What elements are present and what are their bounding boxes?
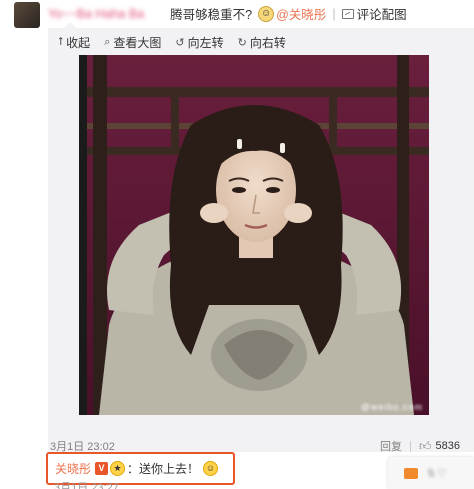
commenter-name[interactable]: Yo~~Ba Haha Ba [48, 7, 144, 21]
comment-actions: 回复 👍︎ 5836 [380, 438, 460, 454]
reply-date: 3月1日 23:27 [54, 482, 119, 489]
floating-widget-text: \\ ♡ [428, 468, 448, 480]
reply-line: 关晓彤 V ★ ：送你上去！ ☺ [55, 460, 219, 477]
image-toolbar: ⭡ 收起 ⌕ 查看大图 ↺ 向左转 ↻ 向右转 [58, 34, 286, 51]
photo-watermark: @weibo.com [360, 402, 423, 412]
view-large-label: 查看大图 [113, 36, 162, 50]
crown-emoji-icon: ★ [110, 461, 126, 476]
floating-widget[interactable]: \\ ♡ [388, 457, 474, 489]
comment-photo[interactable]: @weibo.com [79, 55, 429, 415]
action-divider [409, 440, 411, 452]
image-preview-panel: ⭡ 收起 ⌕ 查看大图 ↺ 向左转 ↻ 向右转 @weibo.com [48, 22, 474, 452]
rotate-right-label: 向右转 [249, 36, 286, 50]
commenter-avatar[interactable] [14, 2, 40, 28]
mention-avatar-icon: ☺ [258, 5, 275, 22]
mention-link[interactable]: @关晓彤 [276, 4, 326, 23]
comment-line: Yo~~Ba Haha Ba 腾哥够稳重不? ☺ @关晓彤 | 评论配图 [48, 4, 407, 23]
comment-with-picture-link[interactable]: 评论配图 [341, 4, 407, 23]
separator: | [332, 6, 336, 21]
rotate-left-button[interactable]: ↺ 向左转 [175, 34, 223, 51]
photo-illustration [79, 55, 429, 415]
collapse-arrow-icon: ⭡ [58, 36, 64, 48]
shy-emoji-icon: ☺ [203, 461, 219, 476]
collapse-button[interactable]: ⭡ 收起 [58, 34, 90, 51]
like-count: 5836 [435, 440, 460, 452]
rotate-right-button[interactable]: ↻ 向右转 [238, 34, 286, 51]
comment-text: 腾哥够稳重不? [170, 8, 253, 22]
reply-author-name[interactable]: 关晓彤 [55, 460, 91, 477]
thumbs-up-icon: 👍︎ [418, 438, 432, 453]
verified-badge-icon: V [95, 462, 109, 475]
view-large-button[interactable]: ⌕ 查看大图 [104, 34, 161, 51]
comment-picture-icon [341, 8, 354, 19]
comment-with-picture-label: 评论配图 [356, 8, 407, 22]
like-button[interactable]: 👍︎ 5836 [419, 439, 460, 454]
reply-button[interactable]: 回复 [380, 438, 402, 454]
bag-icon [404, 468, 418, 479]
rotate-left-icon: ↺ [175, 37, 185, 49]
magnifier-icon: ⌕ [104, 36, 111, 48]
rotate-right-icon: ↻ [237, 37, 247, 49]
rotate-left-label: 向左转 [187, 36, 224, 50]
collapse-label: 收起 [66, 36, 91, 50]
reply-text: ：送你上去！ [127, 462, 200, 476]
